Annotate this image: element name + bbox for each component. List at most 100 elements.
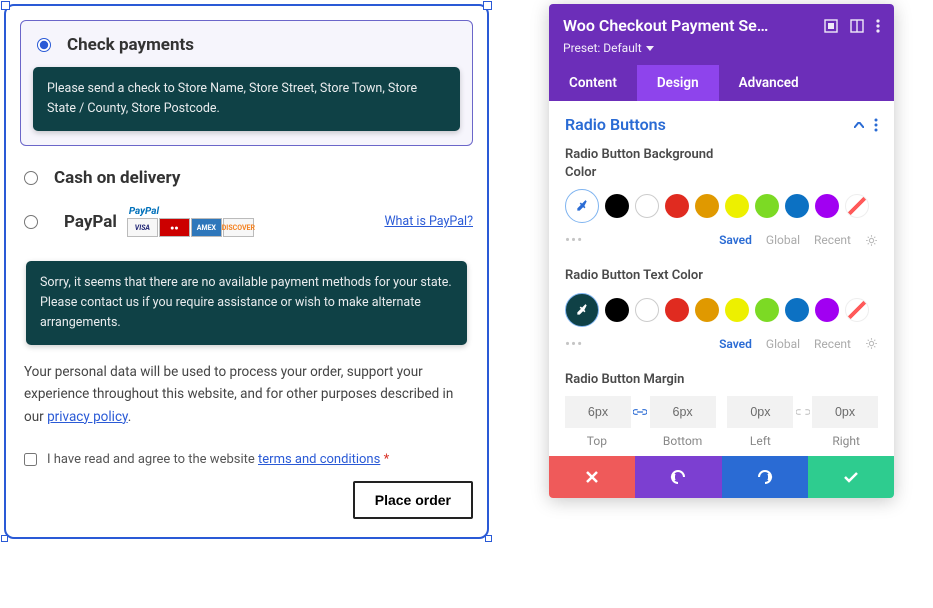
- visa-icon: VISA: [127, 218, 158, 237]
- settings-header: Woo Checkout Payment Se… Preset: Default: [549, 4, 894, 65]
- text-swatch-red[interactable]: [665, 298, 689, 322]
- text-swatch-none[interactable]: [845, 298, 869, 322]
- checkout-panel: Check payments Please send a check to St…: [4, 4, 489, 539]
- bg-swatch-blue[interactable]: [785, 194, 809, 218]
- place-order-button[interactable]: Place order: [353, 481, 473, 519]
- cod-label: Cash on delivery: [54, 168, 180, 188]
- radio-cash-on-delivery[interactable]: [24, 171, 38, 185]
- payment-cod-row: Cash on delivery: [20, 162, 473, 194]
- eyedropper-icon: [575, 303, 589, 317]
- cancel-button[interactable]: [549, 456, 635, 498]
- terms-link[interactable]: terms and conditions: [258, 452, 380, 467]
- text-swatch-purple[interactable]: [815, 298, 839, 322]
- bg-swatch-black[interactable]: [605, 194, 629, 218]
- text-swatch-yellow[interactable]: [725, 298, 749, 322]
- bg-swatch-none[interactable]: [845, 194, 869, 218]
- bg-swatch-orange[interactable]: [695, 194, 719, 218]
- terms-checkbox[interactable]: [24, 453, 37, 466]
- margin-right-input[interactable]: [812, 396, 878, 428]
- text-swatch-green[interactable]: [755, 298, 779, 322]
- margin-link-lr-icon[interactable]: [793, 396, 812, 428]
- preset-label: Preset: Default: [563, 41, 642, 55]
- text-tab-recent[interactable]: Recent: [814, 337, 851, 351]
- text-tab-gear-icon[interactable]: [865, 337, 878, 350]
- tab-content[interactable]: Content: [549, 65, 637, 101]
- bg-color-label: Radio Button Background Color: [565, 146, 745, 181]
- text-swatches: [565, 293, 878, 327]
- margin-top-input[interactable]: [565, 396, 631, 428]
- kebab-menu-icon[interactable]: [876, 19, 880, 33]
- margin-top-l: Top: [565, 434, 629, 448]
- text-tab-global[interactable]: Global: [766, 337, 800, 351]
- bg-swatch-purple[interactable]: [815, 194, 839, 218]
- margin-left-input[interactable]: [727, 396, 793, 428]
- margin-bottom-input[interactable]: [650, 396, 716, 428]
- section-menu-icon[interactable]: [874, 118, 878, 132]
- paypal-card-logos: PayPal VISA ●● AMEX DISCOVER: [127, 206, 254, 237]
- margin-left-l: Left: [729, 434, 793, 448]
- bg-tab-gear-icon[interactable]: [865, 234, 878, 247]
- bg-more-colors-icon[interactable]: •••: [565, 231, 583, 249]
- text-swatch-blue[interactable]: [785, 298, 809, 322]
- paypal-label: PayPal: [64, 212, 117, 232]
- action-bar: [549, 456, 894, 498]
- terms-row: I have read and agree to the website ter…: [24, 452, 469, 467]
- no-payment-methods-note: Sorry, it seems that there are no availa…: [26, 261, 467, 345]
- bg-swatch-footer: ••• Saved Global Recent: [565, 231, 878, 249]
- preset-dropdown[interactable]: Preset: Default: [563, 41, 880, 55]
- margin-bottom-l: Bottom: [651, 434, 715, 448]
- bg-swatch-yellow[interactable]: [725, 194, 749, 218]
- expand-icon[interactable]: [824, 19, 838, 33]
- bg-swatch-white[interactable]: [635, 194, 659, 218]
- settings-panel: Woo Checkout Payment Se… Preset: Default: [549, 4, 894, 498]
- privacy-policy-link[interactable]: privacy policy: [47, 409, 128, 425]
- bg-tab-recent[interactable]: Recent: [814, 233, 851, 247]
- text-more-colors-icon[interactable]: •••: [565, 335, 583, 353]
- bg-tab-global[interactable]: Global: [766, 233, 800, 247]
- radio-paypal[interactable]: [24, 215, 38, 229]
- check-payments-label: Check payments: [67, 35, 194, 55]
- eyedropper-icon: [575, 199, 589, 213]
- chevron-down-icon: [646, 46, 654, 51]
- privacy-text: Your personal data will be used to proce…: [24, 361, 469, 428]
- what-is-paypal-link[interactable]: What is PayPal?: [384, 214, 473, 229]
- margin-right-l: Right: [814, 434, 878, 448]
- text-color-label: Radio Button Text Color: [565, 267, 745, 285]
- margin-label: Radio Button Margin: [565, 371, 745, 389]
- bg-swatch-red[interactable]: [665, 194, 689, 218]
- text-swatch-orange[interactable]: [695, 298, 719, 322]
- tab-design[interactable]: Design: [637, 65, 719, 101]
- bg-swatch-green[interactable]: [755, 194, 779, 218]
- columns-icon[interactable]: [850, 19, 864, 33]
- amex-icon: AMEX: [191, 218, 222, 237]
- margin-inputs: [565, 396, 878, 428]
- bg-swatches: [565, 189, 878, 223]
- module-title: Woo Checkout Payment Se…: [563, 16, 816, 35]
- mastercard-icon: ●●: [159, 218, 190, 237]
- collapse-section-icon[interactable]: [854, 122, 864, 128]
- text-swatch-black[interactable]: [605, 298, 629, 322]
- margin-link-tb-icon[interactable]: [631, 396, 650, 428]
- paypal-wordmark: PayPal: [127, 206, 159, 217]
- settings-tabs: Content Design Advanced: [549, 65, 894, 101]
- margin-labels: Top Bottom Left Right: [565, 434, 878, 448]
- close-icon: [585, 470, 599, 484]
- bg-tab-saved[interactable]: Saved: [719, 233, 752, 247]
- section-title: Radio Buttons: [565, 115, 666, 134]
- text-swatch-eyedropper[interactable]: [565, 293, 599, 327]
- redo-icon: [757, 470, 773, 484]
- text-swatch-white[interactable]: [635, 298, 659, 322]
- payment-check-block: Check payments Please send a check to St…: [20, 20, 473, 146]
- redo-button[interactable]: [722, 456, 808, 498]
- text-swatch-footer: ••• Saved Global Recent: [565, 335, 878, 353]
- terms-pre: I have read and agree to the website: [47, 452, 258, 467]
- terms-required-asterisk: *: [384, 452, 390, 467]
- bg-swatch-eyedropper[interactable]: [565, 189, 599, 223]
- check-payments-note: Please send a check to Store Name, Store…: [33, 67, 460, 131]
- undo-button[interactable]: [635, 456, 721, 498]
- text-tab-saved[interactable]: Saved: [719, 337, 752, 351]
- save-button[interactable]: [808, 456, 894, 498]
- tab-advanced[interactable]: Advanced: [719, 65, 819, 101]
- radio-check-payments[interactable]: [37, 38, 51, 52]
- section-radio-buttons: Radio Buttons Radio Button Background Co…: [549, 101, 894, 456]
